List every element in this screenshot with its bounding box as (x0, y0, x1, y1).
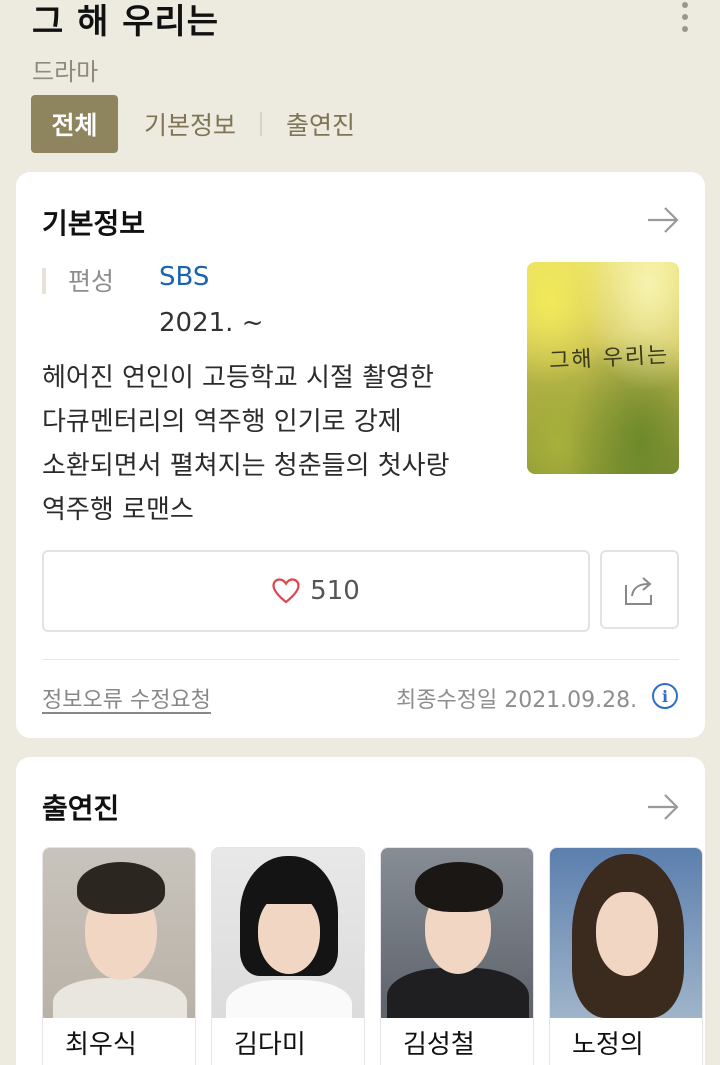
arrow-right-icon[interactable] (646, 206, 680, 234)
cast-title: 출연진 (42, 792, 120, 825)
tab-cast[interactable]: 출연진 (286, 106, 355, 142)
like-count: 510 (310, 576, 360, 606)
cast-name: 노정의 (572, 1030, 644, 1060)
cast-item[interactable]: 김성철 (380, 847, 534, 1065)
cast-item[interactable]: 노정의 (549, 847, 703, 1065)
broadcast-year: 2021. ~ (159, 308, 264, 338)
last-modified-date: 최종수정일 2021.09.28. (396, 688, 638, 713)
basic-info-title: 기본정보 (42, 207, 146, 240)
cast-list: 최우식 김다미 김성철 노정의 (42, 847, 703, 1065)
cast-name: 김다미 (234, 1030, 306, 1060)
divider (42, 659, 679, 660)
cast-item[interactable]: 최우식 (42, 847, 196, 1065)
poster-image[interactable]: 그해 우리는 (527, 262, 679, 474)
cast-photo (43, 848, 195, 1018)
broadcast-label: 편성 (68, 267, 115, 296)
network-link[interactable]: SBS (159, 262, 209, 292)
tab-bar: 전체 기본정보 출연진 (31, 95, 355, 153)
tab-basic-info[interactable]: 기본정보 (144, 106, 236, 142)
info-icon[interactable]: i (652, 683, 678, 709)
like-button[interactable]: 510 (42, 550, 590, 632)
arrow-right-icon[interactable] (646, 793, 680, 821)
cast-photo (212, 848, 364, 1018)
label-bar (42, 268, 46, 294)
cast-photo (550, 848, 702, 1018)
cast-photo (381, 848, 533, 1018)
genre-label: 드라마 (32, 58, 99, 86)
cast-item[interactable]: 김다미 (211, 847, 365, 1065)
page-title: 그 해 우리는 (32, 2, 220, 42)
more-vertical-icon[interactable] (680, 2, 690, 32)
tab-all[interactable]: 전체 (31, 95, 118, 153)
poster-title: 그해 우리는 (548, 342, 670, 375)
tab-divider (260, 112, 263, 136)
share-button[interactable] (600, 550, 679, 629)
cast-name: 최우식 (65, 1030, 137, 1060)
synopsis: 헤어진 연인이 고등학교 시절 촬영한 다큐멘터리의 역주행 인기로 강제 소환… (42, 363, 450, 525)
basic-info-card: 기본정보 편성 SBS 2021. ~ 헤어진 연인이 고등학교 시절 촬영한 … (16, 172, 705, 738)
share-icon (624, 576, 652, 605)
heart-icon (272, 578, 300, 604)
cast-name: 김성철 (403, 1030, 475, 1060)
cast-card: 출연진 최우식 김다미 김성철 노정의 (16, 757, 705, 1065)
report-error-link[interactable]: 정보오류 수정요청 (42, 682, 211, 714)
